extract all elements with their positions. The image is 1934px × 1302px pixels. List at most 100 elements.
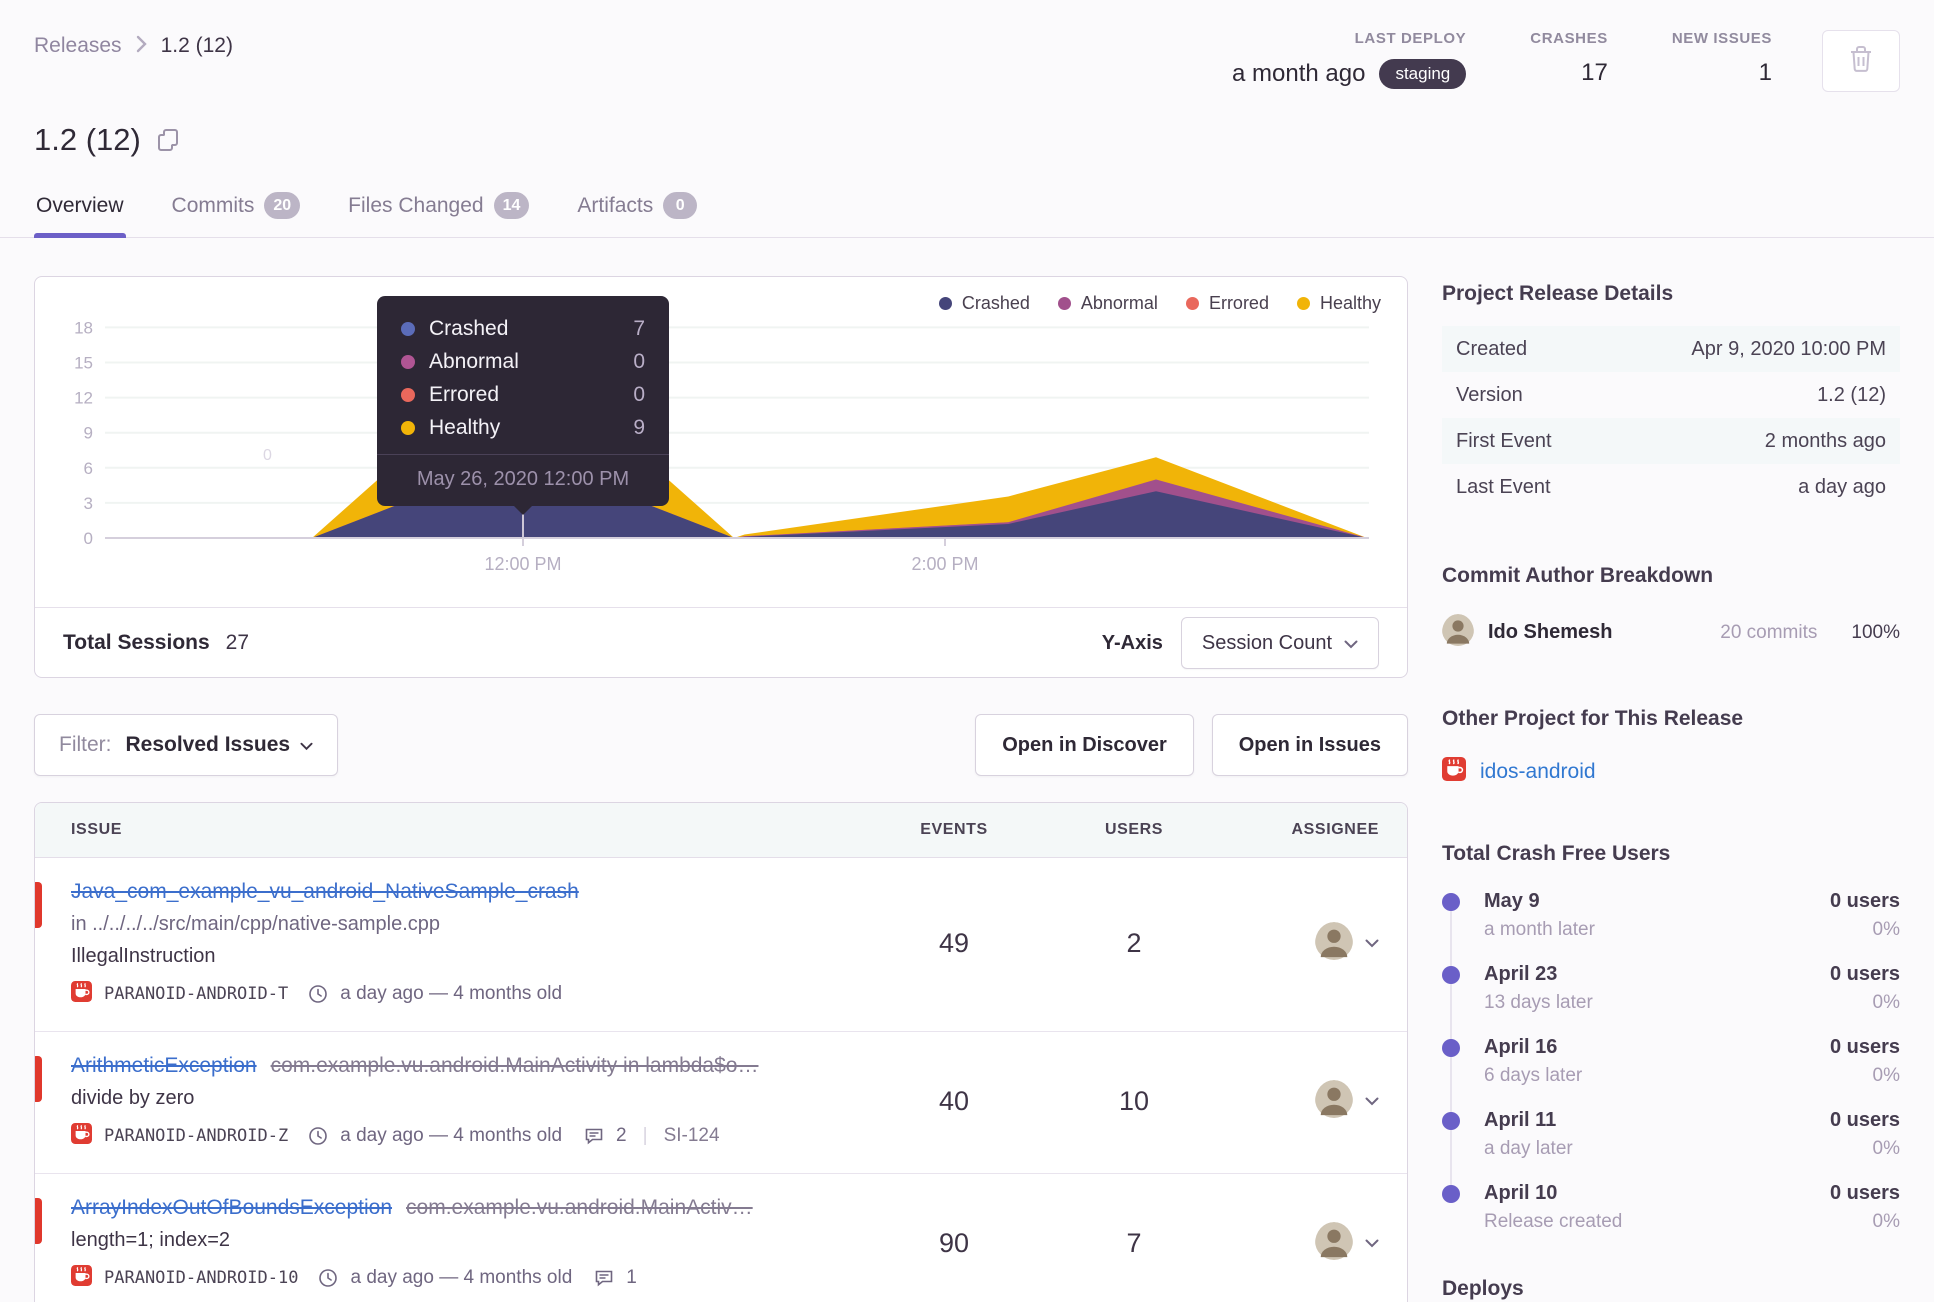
detail-row-first-event: First Event 2 months ago: [1442, 418, 1900, 464]
open-in-discover-button[interactable]: Open in Discover: [975, 714, 1194, 776]
tooltip-row-crashed: Crashed 7: [401, 312, 645, 345]
tab-overview[interactable]: Overview: [34, 186, 126, 238]
healthy-dot-icon: [1296, 297, 1310, 310]
issue-annotation[interactable]: SI-124: [664, 1125, 720, 1147]
tab-artifacts[interactable]: Artifacts 0: [575, 186, 699, 237]
clock-icon: [308, 984, 328, 1004]
error-level-indicator: [35, 1056, 42, 1102]
stat-new-issues: NEW ISSUES 1: [1672, 30, 1772, 87]
svg-text:18: 18: [74, 318, 93, 337]
java-project-icon: [71, 981, 92, 1007]
yaxis-select[interactable]: Session Count: [1180, 617, 1379, 669]
artifacts-count-badge: 0: [663, 192, 698, 219]
issue-events-count: 49: [938, 928, 970, 958]
crashed-dot-icon: [938, 297, 952, 310]
section-heading: Commit Author Breakdown: [1442, 564, 1714, 587]
abnormal-dot-icon: [401, 354, 415, 369]
clock-icon: [318, 1268, 338, 1288]
issue-culprit: com.example.vu.android.MainActivity in l…: [270, 1054, 759, 1077]
abnormal-dot-icon: [1057, 297, 1071, 310]
sessions-chart[interactable]: 0 3 6 9 12 15 18 12:00 PM 2:00 PM 0 Crashed Abno…: [35, 277, 1407, 607]
legend-abnormal[interactable]: Abnormal: [1057, 293, 1158, 314]
assignee-avatar: [1315, 1080, 1353, 1123]
timeline-entry: April 10 0 users Release created 0%: [1442, 1182, 1900, 1233]
column-events: EVENTS: [920, 821, 988, 838]
timeline-dot-icon: [1442, 1112, 1460, 1130]
timeline-dot-icon: [1442, 1185, 1460, 1203]
last-deploy-value: a month ago: [1232, 60, 1366, 87]
issue-short-id[interactable]: PARANOID-ANDROID-10: [104, 1268, 298, 1288]
chevron-down-icon: [1365, 1235, 1379, 1253]
chevron-down-icon: [1365, 1093, 1379, 1111]
comments-count: 1: [626, 1267, 637, 1288]
chart-legend: Crashed Abnormal Errored Healthy: [938, 293, 1381, 314]
timeline-entry: April 16 0 users 6 days later 0%: [1442, 1036, 1900, 1087]
author-row: Ido Shemesh 20 commits 100%: [1442, 614, 1900, 651]
assignee-dropdown[interactable]: [1229, 1080, 1379, 1123]
chevron-down-icon: [300, 733, 313, 757]
total-sessions-value: 27: [225, 631, 250, 654]
issue-message: length=1; index=2: [71, 1229, 231, 1251]
legend-healthy[interactable]: Healthy: [1296, 293, 1381, 314]
author-commit-count: 20 commits: [1720, 621, 1818, 643]
breadcrumb-releases[interactable]: Releases: [34, 34, 122, 58]
svg-text:6: 6: [84, 459, 93, 478]
page-header: Releases 1.2 (12) LAST DEPLOY a month ag…: [0, 0, 1934, 238]
issue-message: divide by zero: [71, 1087, 195, 1109]
delete-release-button[interactable]: [1822, 30, 1900, 92]
detail-row-created: Created Apr 9, 2020 10:00 PM: [1442, 326, 1900, 372]
chart-tooltip: Crashed 7 Abnormal 0 Errored 0 Healthy 9…: [377, 296, 669, 515]
total-sessions-label: Total Sessions: [63, 631, 210, 654]
column-assignee: ASSIGNEE: [1291, 821, 1379, 838]
issues-table: ISSUE EVENTS USERS ASSIGNEE Java_com_exa…: [34, 802, 1408, 1302]
error-level-indicator: [35, 882, 42, 928]
copy-version-icon[interactable]: [157, 128, 179, 152]
stat-crashes: CRASHES 17: [1530, 30, 1608, 87]
comments-icon: [584, 1126, 604, 1146]
issue-events-count: 90: [938, 1228, 970, 1258]
chevron-down-icon: [1365, 935, 1379, 953]
sessions-chart-card: 0 3 6 9 12 15 18 12:00 PM 2:00 PM 0 Crashed Abno…: [34, 276, 1408, 678]
new-issues-label: NEW ISSUES: [1671, 30, 1772, 47]
section-heading: Other Project for This Release: [1442, 707, 1744, 730]
timeline-entry: May 9 0 users a month later 0%: [1442, 890, 1900, 941]
stat-last-deploy: LAST DEPLOY a month ago staging: [1232, 30, 1467, 89]
open-in-issues-button[interactable]: Open in Issues: [1211, 714, 1408, 776]
header-stats: LAST DEPLOY a month ago staging CRASHES …: [1232, 30, 1900, 92]
issue-title-link[interactable]: Java_com_example_vu_android_NativeSample…: [71, 880, 579, 903]
author-percent: 100%: [1851, 621, 1900, 643]
tab-files-changed[interactable]: Files Changed 14: [346, 186, 531, 237]
section-heading: Total Crash Free Users: [1442, 842, 1671, 865]
svg-text:15: 15: [74, 354, 93, 373]
svg-text:2:00 PM: 2:00 PM: [911, 554, 978, 574]
svg-text:12:00 PM: 12:00 PM: [484, 554, 561, 574]
detail-row-version: Version 1.2 (12): [1456, 383, 1886, 406]
issue-title-link[interactable]: ArithmeticException: [71, 1054, 257, 1077]
other-project-link[interactable]: idos-android: [1480, 760, 1596, 784]
assignee-dropdown[interactable]: [1229, 1222, 1379, 1265]
svg-text:9: 9: [84, 424, 93, 443]
main-column: 0 3 6 9 12 15 18 12:00 PM 2:00 PM 0 Crashed Abno…: [34, 276, 1408, 1302]
timeline-dot-icon: [1442, 893, 1460, 911]
issue-events-count: 40: [938, 1086, 970, 1116]
chevron-down-icon: [1344, 632, 1358, 655]
breadcrumb: Releases 1.2 (12): [34, 30, 233, 58]
assignee-dropdown[interactable]: [1229, 922, 1379, 965]
issue-short-id[interactable]: PARANOID-ANDROID-Z: [104, 1126, 288, 1146]
total-crash-free-users-section: Total Crash Free Users May 9 0 users a m…: [1442, 842, 1900, 1233]
comments-count: 2: [616, 1125, 627, 1146]
issue-age: a day ago — 4 months old: [340, 983, 563, 1004]
timeline-entry: April 11 0 users a day later 0%: [1442, 1109, 1900, 1160]
issue-culprit: com.example.vu.android.MainActiv…: [406, 1196, 753, 1219]
issues-filter-select[interactable]: Filter: Resolved Issues: [34, 714, 339, 776]
issue-users-count: 2: [1126, 928, 1142, 958]
column-issue: ISSUE: [71, 821, 123, 838]
last-deploy-label: LAST DEPLOY: [1354, 30, 1467, 47]
issue-title-link[interactable]: ArrayIndexOutOfBoundsException: [71, 1196, 392, 1219]
new-issues-value: 1: [1758, 59, 1772, 86]
legend-crashed[interactable]: Crashed: [938, 293, 1030, 314]
comments-icon: [594, 1268, 614, 1288]
legend-errored[interactable]: Errored: [1185, 293, 1269, 314]
issue-short-id[interactable]: PARANOID-ANDROID-T: [104, 984, 288, 1004]
tab-commits[interactable]: Commits 20: [170, 186, 303, 237]
